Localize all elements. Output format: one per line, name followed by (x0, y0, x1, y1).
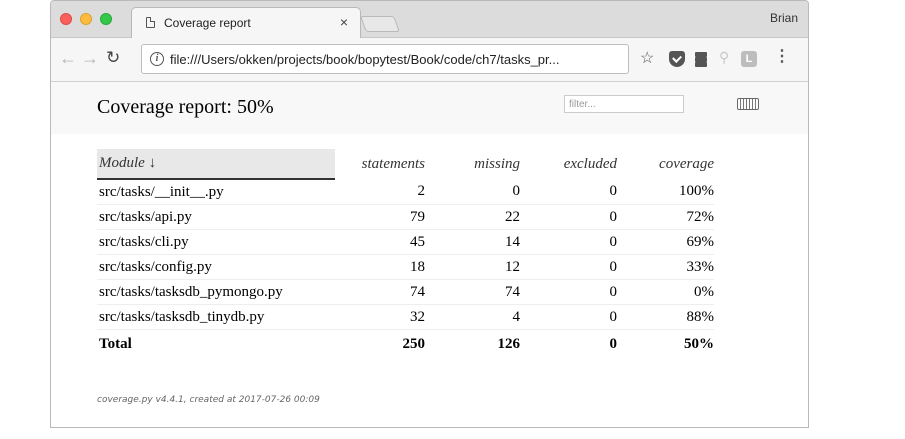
info-icon[interactable]: i (150, 52, 164, 66)
table-row[interactable]: src/tasks/__init__.py 2 0 0 100% (97, 179, 714, 205)
address-bar[interactable]: i file:///Users/okken/projects/book/bopy… (141, 44, 629, 74)
missing-cell: 74 (425, 279, 520, 305)
module-link[interactable]: src/tasks/tasksdb_pymongo.py (97, 279, 335, 305)
reload-icon[interactable]: ↻ (106, 48, 120, 68)
statements-cell: 45 (335, 229, 425, 255)
excluded-cell: 0 (520, 304, 617, 330)
excluded-cell: 0 (520, 204, 617, 230)
new-tab-button[interactable] (360, 16, 400, 32)
table-row[interactable]: src/tasks/api.py 79 22 0 72% (97, 204, 714, 230)
table-row[interactable]: src/tasks/tasksdb_pymongo.py 74 74 0 0% (97, 279, 714, 305)
title-bar: Coverage report × Brian (51, 1, 808, 38)
statements-cell: 2 (335, 179, 425, 205)
page-title: Coverage report: 50% (97, 96, 274, 118)
missing-cell: 0 (425, 179, 520, 205)
excluded-cell: 0 (520, 179, 617, 205)
browser-menu-icon[interactable]: ⋮ (774, 46, 790, 66)
column-header-excluded[interactable]: excluded (520, 149, 617, 179)
table-row[interactable]: src/tasks/tasksdb_tinydb.py 32 4 0 88% (97, 304, 714, 330)
module-link[interactable]: src/tasks/api.py (97, 204, 335, 230)
total-missing: 126 (497, 335, 521, 352)
star-icon[interactable]: ☆ (640, 48, 654, 68)
close-window-button[interactable] (60, 13, 72, 25)
excluded-cell: 0 (520, 229, 617, 255)
filter-input[interactable] (564, 95, 684, 113)
total-row: Total 250 126 0 50% (97, 330, 714, 359)
column-header-missing[interactable]: missing (425, 149, 520, 179)
total-excluded: 0 (609, 335, 618, 352)
module-link[interactable]: src/tasks/__init__.py (97, 179, 335, 205)
module-link[interactable]: src/tasks/cli.py (97, 229, 335, 255)
coverage-cell: 88% (617, 304, 714, 330)
total-label: Total (99, 335, 132, 352)
statements-cell: 18 (335, 254, 425, 280)
statements-cell: 32 (335, 304, 425, 330)
table-row[interactable]: src/tasks/config.py 18 12 0 33% (97, 254, 714, 280)
total-coverage: 50% (684, 335, 714, 352)
pocket-extension-icon[interactable] (669, 51, 685, 67)
browser-toolbar: ← → ↻ i file:///Users/okken/projects/boo… (51, 38, 808, 82)
forward-arrow-icon[interactable]: → (81, 48, 99, 68)
page-content: Coverage report: 50% Module ↓ statements… (51, 82, 808, 427)
column-header-module[interactable]: Module ↓ (97, 149, 335, 180)
document-icon (146, 17, 155, 28)
column-header-coverage[interactable]: coverage (617, 149, 714, 179)
tab-coverage-report[interactable]: Coverage report × (131, 7, 361, 38)
coverage-cell: 69% (617, 229, 714, 255)
report-footer: coverage.py v4.4.1, created at 2017-07-2… (97, 395, 320, 405)
tab-title: Coverage report (164, 16, 251, 30)
lastpass-extension-icon[interactable]: L (741, 51, 757, 67)
back-arrow-icon[interactable]: ← (59, 48, 77, 68)
buffer-extension-icon[interactable] (694, 51, 710, 67)
module-link[interactable]: src/tasks/tasksdb_tinydb.py (97, 304, 335, 330)
table-header-row: Module ↓ statements missing excluded cov… (97, 149, 714, 180)
missing-cell: 22 (425, 204, 520, 230)
missing-cell: 12 (425, 254, 520, 280)
coverage-cell: 100% (617, 179, 714, 205)
statements-cell: 79 (335, 204, 425, 230)
tab-close-button[interactable]: × (340, 14, 348, 30)
coverage-cell: 72% (617, 204, 714, 230)
maximize-window-button[interactable] (100, 13, 112, 25)
missing-cell: 14 (425, 229, 520, 255)
total-statements: 250 (402, 335, 426, 352)
table-row[interactable]: src/tasks/cli.py 45 14 0 69% (97, 229, 714, 255)
url-text[interactable]: file:///Users/okken/projects/book/bopyte… (170, 52, 559, 67)
plug-extension-icon[interactable]: ⚲ (719, 49, 735, 65)
excluded-cell: 0 (520, 279, 617, 305)
coverage-cell: 33% (617, 254, 714, 280)
module-link[interactable]: src/tasks/config.py (97, 254, 335, 280)
profile-name[interactable]: Brian (770, 11, 798, 25)
coverage-table: Module ↓ statements missing excluded cov… (97, 149, 714, 358)
missing-cell: 4 (425, 304, 520, 330)
excluded-cell: 0 (520, 254, 617, 280)
keyboard-icon[interactable] (737, 98, 759, 110)
column-header-statements[interactable]: statements (335, 149, 425, 179)
coverage-cell: 0% (617, 279, 714, 305)
statements-cell: 74 (335, 279, 425, 305)
report-header: Coverage report: 50% (51, 82, 808, 134)
minimize-window-button[interactable] (80, 13, 92, 25)
browser-window: Coverage report × Brian ← → ↻ i file:///… (50, 0, 809, 428)
